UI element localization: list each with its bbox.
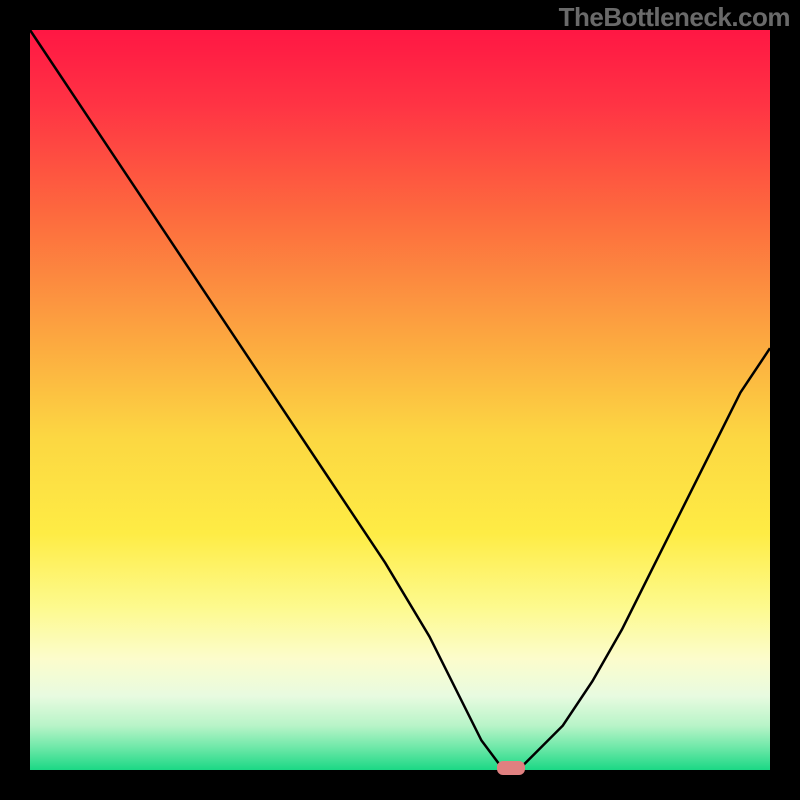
watermark-text: TheBottleneck.com [559, 2, 790, 33]
plot-area [30, 30, 770, 770]
chart-container: TheBottleneck.com [0, 0, 800, 800]
bottleneck-chart [0, 0, 800, 800]
optimal-point-marker [497, 761, 525, 775]
